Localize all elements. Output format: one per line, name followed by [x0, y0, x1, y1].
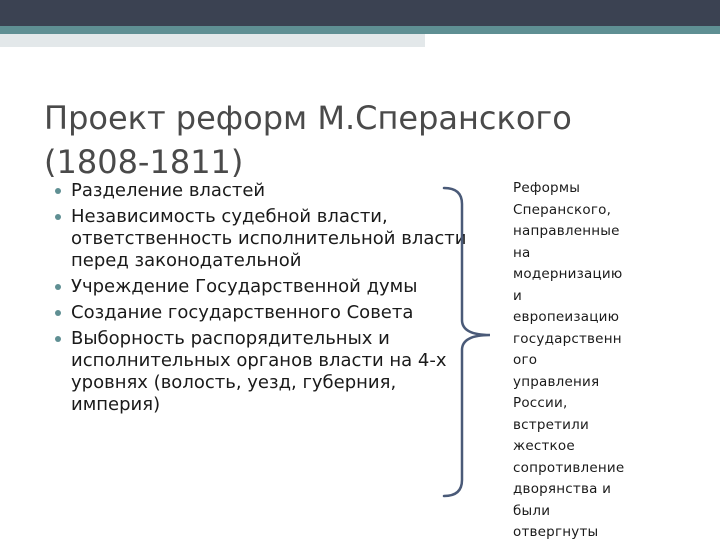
bullet-text: Независимость судебной власти, ответстве…: [71, 206, 467, 271]
top-light-band: [0, 34, 425, 47]
bullet-list: Разделение властей Независимость судебно…: [52, 180, 472, 420]
slide-title: Проект реформ М.Сперанского (1808-1811): [44, 99, 572, 181]
bullet-item: Создание государственного Совета: [52, 302, 472, 324]
bullet-item: Разделение властей: [52, 180, 472, 202]
right-brace-icon: [442, 186, 491, 498]
bullet-icon: [55, 336, 61, 342]
bullet-icon: [55, 214, 61, 220]
bullet-text: Выборность распорядительных и исполнител…: [71, 328, 447, 415]
bullet-icon: [55, 188, 61, 194]
bullet-text: Разделение властей: [71, 180, 266, 201]
bullet-icon: [55, 310, 61, 316]
bullet-icon: [55, 284, 61, 290]
side-note: Реформы Сперанского, направленные на мод…: [513, 180, 625, 540]
top-dark-band: [0, 0, 720, 26]
bullet-item: Выборность распорядительных и исполнител…: [52, 328, 472, 416]
top-accent-band: [0, 26, 720, 34]
bullet-item: Учреждение Государственной думы: [52, 276, 472, 298]
bullet-text: Создание государственного Совета: [71, 302, 414, 323]
bullet-item: Независимость судебной власти, ответстве…: [52, 206, 472, 272]
bullet-text: Учреждение Государственной думы: [71, 276, 418, 297]
